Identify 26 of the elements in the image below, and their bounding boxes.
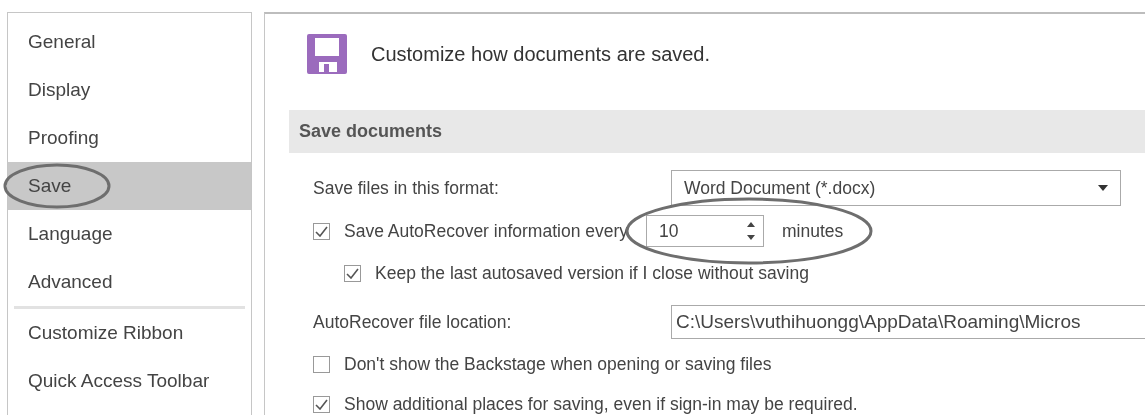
sidebar-item[interactable]: Advanced [8,258,251,306]
sidebar-item[interactable]: Quick Access Toolbar [8,357,251,405]
sidebar-item[interactable]: Customize Ribbon [8,309,251,357]
checkbox[interactable] [344,264,361,282]
sidebar-item[interactable]: General [8,18,251,66]
unit-label: minutes [782,220,844,242]
sidebar-item[interactable]: Save [8,162,251,210]
checkbox[interactable] [313,222,330,240]
sidebar-item[interactable]: Language [8,210,251,258]
checkbox[interactable] [313,355,330,373]
checkbox-label: Keep the last autosaved version if I close without saving [375,262,809,284]
minutes-spinner[interactable]: 10 [646,215,765,247]
format-label: Save files in this format: [313,177,500,199]
section-title: Save documents [299,121,443,142]
sidebar-item[interactable]: Display [8,66,251,114]
checkbox[interactable] [313,395,330,413]
format-dropdown[interactable]: Word Document (*.docx) [671,170,1121,206]
location-field[interactable]: C:\Users\vuthihuongg\AppData\Roaming\Micros [671,305,1145,339]
up-down-arrows-icon [747,221,756,241]
checkbox-label: Show additional places for saving, even if sign-in may be required. [344,393,858,415]
checkbox-label: Don't show the Backstage when opening or saving files [344,353,772,375]
sidebar-item[interactable]: Proofing [8,114,251,162]
checkbox-label: Save AutoRecover information every [344,220,629,242]
location-label: AutoRecover file location: [313,311,513,333]
caret-icon [1098,185,1108,191]
page-heading: Customize how documents are saved. [371,42,711,66]
